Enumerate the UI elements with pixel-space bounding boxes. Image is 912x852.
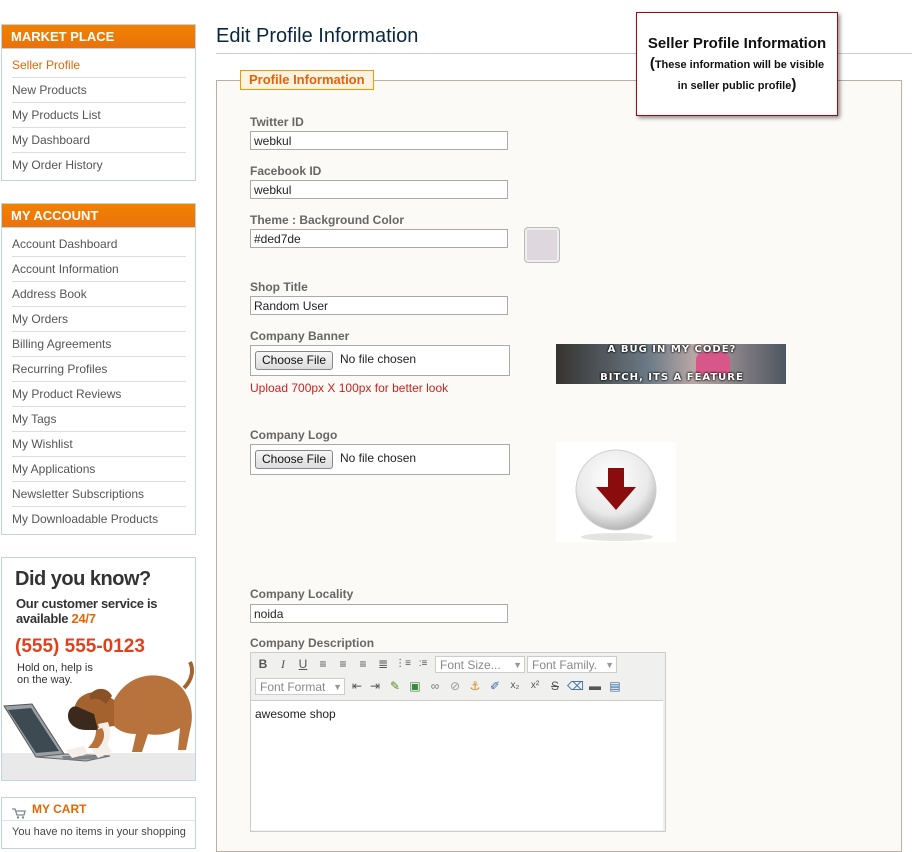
company-locality-input[interactable]: noida [250,604,508,623]
twitter-input[interactable]: webkul [250,131,508,150]
page-title: Edit Profile Information [216,25,419,47]
callout-title: Seller Profile Information [647,35,827,52]
callout-subtitle: (These information will be visible in se… [637,54,837,96]
italic-icon[interactable]: I [275,656,291,672]
profile-legend: Profile Information [240,70,374,90]
cleanup-icon[interactable]: ✐ [487,678,503,694]
horizontal-rule-icon[interactable]: ▬ [587,678,603,694]
banner-text-bottom: BITCH, ITS A FEATURE [600,372,744,383]
shop-title-input[interactable]: Random User [250,296,508,315]
company-banner-preview: A BUG IN MY CODE? BITCH, ITS A FEATURE [556,344,786,384]
sidebar-item-newsletter-subscriptions[interactable]: Newsletter Subscriptions [12,482,186,507]
company-banner-label: Company Banner [250,329,350,343]
banner-text-top: A BUG IN MY CODE? [607,344,737,355]
rich-text-editor: B I U ≡ ≡ ≡ ≣ ⋮≡ :≡ Font Size... ▼ Font F… [250,652,666,832]
company-logo-preview [556,442,676,542]
company-description-label: Company Description [250,636,375,650]
sidebar-item-account-dashboard[interactable]: Account Dashboard [12,232,186,257]
cart-title-text: MY CART [32,802,87,816]
chevron-down-icon: ▼ [513,660,522,670]
logo-no-file-text: No file chosen [340,451,417,465]
align-left-icon[interactable]: ≡ [315,656,331,672]
callout-line-2: in seller public profile) [637,75,837,96]
color-swatch[interactable] [524,227,560,263]
marketplace-block: MARKET PLACE Seller Profile New Products… [1,24,196,181]
font-family-select-label: Font Family. [532,658,598,672]
indent-icon[interactable]: ⇥ [367,678,383,694]
bold-icon[interactable]: B [255,656,271,672]
chevron-down-icon: ▼ [333,682,342,692]
theme-color-label: Theme : Background Color [250,213,405,227]
banner-no-file-text: No file chosen [340,352,417,366]
cart-icon [12,804,26,820]
subscript-icon[interactable]: x₂ [507,678,523,694]
sidebar-item-recurring-profiles[interactable]: Recurring Profiles [12,357,186,382]
font-format-select-label: Font Format [260,680,326,694]
font-size-select[interactable]: Font Size... ▼ [435,656,525,673]
align-justify-icon[interactable]: ≣ [375,656,391,672]
sidebar-item-my-downloadable-products[interactable]: My Downloadable Products [12,507,186,531]
sidebar-item-my-product-reviews[interactable]: My Product Reviews [12,382,186,407]
company-banner-file-input[interactable]: Choose File No file chosen [250,345,510,376]
account-title: MY ACCOUNT [2,204,195,228]
facebook-label: Facebook ID [250,164,322,178]
chevron-down-icon: ▼ [605,660,614,670]
callout-paren-close: ) [791,76,797,93]
align-right-icon[interactable]: ≡ [355,656,371,672]
twitter-label: Twitter ID [250,115,304,129]
font-family-select[interactable]: Font Family. ▼ [527,656,617,673]
sidebar-item-my-products-list[interactable]: My Products List [12,103,186,128]
remove-format-icon[interactable]: ⌫ [567,678,584,694]
banner-size-hint: Upload 700px X 100px for better look [250,381,449,395]
seller-profile-callout: Seller Profile Information (These inform… [636,12,838,116]
underline-icon[interactable]: U [295,656,311,672]
dog-laptop-illustration [2,661,195,780]
edit-icon[interactable]: ✎ [387,678,403,694]
superscript-icon[interactable]: x² [527,678,543,694]
company-locality-label: Company Locality [250,587,354,601]
sidebar-item-my-tags[interactable]: My Tags [12,407,186,432]
sidebar-item-my-dashboard[interactable]: My Dashboard [12,128,186,153]
description-textarea[interactable]: awesome shop [251,700,663,830]
callout-text-2: in seller public profile [677,80,792,92]
sidebar-item-account-information[interactable]: Account Information [12,257,186,282]
link-icon[interactable]: ∞ [427,678,443,694]
anchor-icon[interactable]: ⚓ [467,678,483,694]
company-logo-file-input[interactable]: Choose File No file chosen [250,444,510,475]
company-logo-label: Company Logo [250,428,338,442]
mini-cart: MY CART You have no items in your shoppi… [1,797,196,849]
bullet-list-icon[interactable]: :≡ [415,656,431,672]
font-size-select-label: Font Size... [440,658,501,672]
logo-choose-file-button[interactable]: Choose File [255,450,333,469]
sidebar-item-address-book[interactable]: Address Book [12,282,186,307]
customer-service-ad[interactable]: Did you know? Our customer service is av… [1,557,196,781]
font-format-select[interactable]: Font Format ▼ [255,678,345,695]
theme-color-input[interactable]: #ded7de [250,229,508,248]
download-arrow-icon [575,449,657,541]
callout-line-1: (These information will be visible [637,54,837,75]
banner-choose-file-button[interactable]: Choose File [255,351,333,370]
shop-title-label: Shop Title [250,280,308,294]
align-center-icon[interactable]: ≡ [335,656,351,672]
outdent-icon[interactable]: ⇤ [349,678,365,694]
callout-text-1: These information will be visible [654,59,825,71]
insert-image-icon[interactable]: ▣ [407,678,423,694]
facebook-input[interactable]: webkul [250,180,508,199]
account-block: MY ACCOUNT Account Dashboard Account Inf… [1,203,196,535]
sidebar-item-billing-agreements[interactable]: Billing Agreements [12,332,186,357]
sidebar-item-my-wishlist[interactable]: My Wishlist [12,432,186,457]
sidebar-item-my-applications[interactable]: My Applications [12,457,186,482]
sidebar-item-new-products[interactable]: New Products [12,78,186,103]
cart-title: MY CART [2,798,195,821]
sidebar-item-seller-profile[interactable]: Seller Profile [12,53,186,78]
numbered-list-icon[interactable]: ⋮≡ [395,656,411,672]
html-source-icon[interactable]: ▤ [607,678,623,694]
sidebar-item-my-order-history[interactable]: My Order History [12,153,186,177]
unlink-icon[interactable]: ⊘ [447,678,463,694]
sidebar-item-my-orders[interactable]: My Orders [12,307,186,332]
strikethrough-icon[interactable]: S [547,678,563,694]
marketplace-title: MARKET PLACE [2,25,195,49]
